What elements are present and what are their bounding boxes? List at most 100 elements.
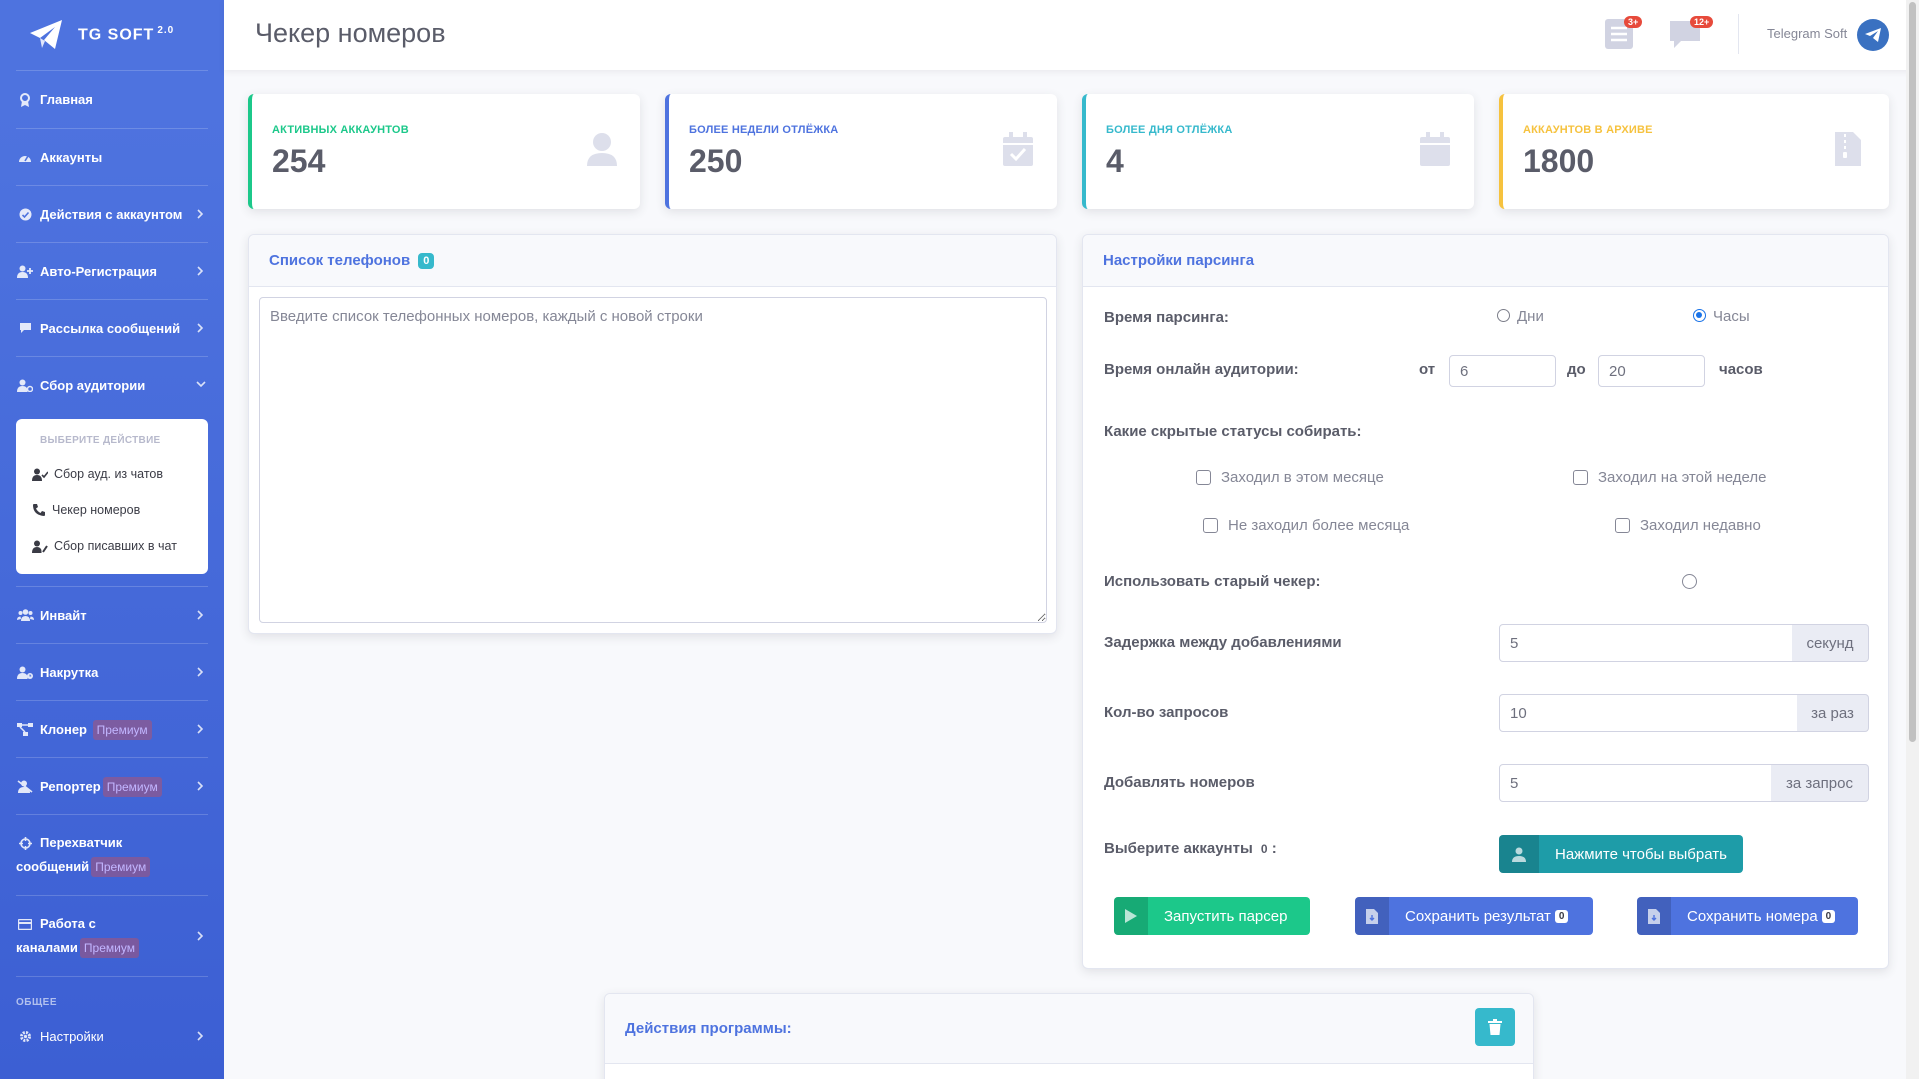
page-title: Чекер номеров xyxy=(255,18,446,48)
brand[interactable]: TG SOFT 2.0 xyxy=(0,0,224,70)
from-label: от xyxy=(1419,361,1436,378)
sidebar-item-label: Накрутка xyxy=(40,664,99,680)
add-numbers-input[interactable]: 5 xyxy=(1499,764,1772,802)
user-edit-icon xyxy=(32,540,48,553)
sidebar-item-channels[interactable]: Работа с каналами Премиум xyxy=(0,896,224,976)
sidebar-item-actions[interactable]: Действия с аккаунтом xyxy=(0,186,224,242)
status-checkbox-recently[interactable] xyxy=(1615,518,1630,533)
status-label-week[interactable]: Заходил на этой неделе xyxy=(1598,469,1767,486)
user-cog-icon xyxy=(16,376,34,394)
radio-hours[interactable] xyxy=(1693,309,1706,322)
brand-name: TG SOFT xyxy=(78,26,155,44)
start-parser-button[interactable]: Запустить парсер xyxy=(1114,897,1310,935)
chevron-right-icon xyxy=(196,1031,206,1041)
premium-badge: Премиум xyxy=(91,857,151,877)
sidebar-item-autoreg[interactable]: Авто-Регистрация xyxy=(0,243,224,299)
sidebar-item-label: сообщений xyxy=(16,859,90,874)
alerts-badge: 3+ xyxy=(1624,16,1643,28)
stat-label: АККАУНТОВ В АРХИВЕ xyxy=(1523,124,1653,136)
page-scrollbar[interactable] xyxy=(1906,0,1919,1079)
program-actions-header: Действия программы: xyxy=(605,994,1533,1064)
accounts-count: 0 xyxy=(1260,842,1268,856)
messages-badge: 12+ xyxy=(1690,16,1714,28)
chevron-right-icon xyxy=(196,781,206,791)
status-label-month[interactable]: Заходил в этом месяце xyxy=(1221,469,1384,486)
from-input[interactable]: 6 xyxy=(1449,355,1556,387)
hidden-statuses-label: Какие скрытые статусы собирать: xyxy=(1104,423,1362,440)
sidebar-item-label: Рассылка сообщений xyxy=(40,320,181,336)
settings-card: Настройки парсинга Время парсинга: Дни Ч… xyxy=(1082,234,1889,969)
requests-unit: за раз xyxy=(1797,694,1869,732)
user-slash-icon xyxy=(16,777,34,795)
user-icon xyxy=(586,132,618,168)
play-icon xyxy=(1114,897,1148,935)
requests-input[interactable]: 10 xyxy=(1499,694,1798,732)
sidebar-item-settings[interactable]: Настройки xyxy=(0,1018,224,1054)
save-result-button[interactable]: Сохранить результат 0 xyxy=(1355,897,1593,935)
status-checkbox-week[interactable] xyxy=(1573,470,1588,485)
save-numbers-label: Сохранить номера xyxy=(1687,907,1818,925)
select-accounts-label: Выберите аккаунты 0 : xyxy=(1104,840,1277,857)
sidebar-item-label: Главная xyxy=(40,92,93,107)
chevron-right-icon xyxy=(196,931,206,941)
sidebar-item-mailing[interactable]: Рассылка сообщений xyxy=(0,300,224,356)
radio-days-label[interactable]: Дни xyxy=(1517,308,1544,325)
user-name[interactable]: Telegram Soft xyxy=(1767,26,1847,41)
clear-log-button[interactable] xyxy=(1475,1008,1515,1046)
submenu-item-writers[interactable]: Сбор писавших в чат xyxy=(16,528,208,564)
stat-label: БОЛЕЕ ДНЯ ОТЛЁЖКА xyxy=(1106,124,1233,136)
sidebar-item-accounts[interactable]: Аккаунты xyxy=(0,129,224,185)
sidebar-item-interceptor[interactable]: Перехватчик сообщений Премиум xyxy=(0,815,224,895)
sidebar-item-cloner[interactable]: Клонер Премиум xyxy=(0,701,224,757)
sidebar-item-reporter[interactable]: Репортер Премиум xyxy=(0,758,224,814)
phones-textarea[interactable] xyxy=(259,297,1047,623)
delay-unit: секунд xyxy=(1792,624,1869,662)
submenu-item-checker[interactable]: Чекер номеров xyxy=(16,492,208,528)
sidebar-item-label: Настройки xyxy=(40,1028,104,1044)
old-checker-checkbox[interactable] xyxy=(1682,574,1697,589)
radio-hours-label[interactable]: Часы xyxy=(1713,308,1750,325)
select-accounts-button[interactable]: Нажмите чтобы выбрать xyxy=(1499,835,1743,873)
radio-days[interactable] xyxy=(1497,309,1510,322)
to-input[interactable]: 20 xyxy=(1598,355,1705,387)
stat-value: 250 xyxy=(689,143,743,179)
messages-button[interactable]: 12+ xyxy=(1668,16,1714,52)
submenu-item-chats[interactable]: Сбор ауд. из чатов xyxy=(16,456,208,492)
stat-value: 254 xyxy=(272,143,326,179)
save-result-label: Сохранить результат xyxy=(1405,907,1551,925)
chevron-right-icon xyxy=(196,323,206,333)
delay-input[interactable]: 5 xyxy=(1499,624,1793,662)
chevron-right-icon xyxy=(196,667,206,677)
chevron-right-icon xyxy=(196,724,206,734)
old-checker-label: Использовать старый чекер: xyxy=(1104,573,1321,590)
file-download-icon xyxy=(1355,897,1389,935)
file-download-icon xyxy=(1637,897,1671,935)
user-check-icon xyxy=(32,468,48,481)
check-circle-icon xyxy=(16,205,34,223)
status-label-recently[interactable]: Заходил недавно xyxy=(1640,517,1761,534)
dashboard-icon xyxy=(16,148,34,166)
sidebar-item-label: Авто-Регистрация xyxy=(40,263,157,279)
submenu-item-label: Сбор ауд. из чатов xyxy=(54,467,164,481)
status-checkbox-long-ago[interactable] xyxy=(1203,518,1218,533)
add-numbers-unit: за запрос xyxy=(1771,764,1869,802)
sidebar-item-home[interactable]: Главная xyxy=(0,71,224,128)
avatar[interactable] xyxy=(1857,19,1889,51)
submenu-item-label: Сбор писавших в чат xyxy=(54,539,177,553)
alerts-button[interactable]: 3+ xyxy=(1604,16,1643,52)
status-checkbox-month[interactable] xyxy=(1196,470,1211,485)
sidebar-item-audience[interactable]: Сбор аудитории xyxy=(0,357,224,413)
sidebar-item-label: Аккаунты xyxy=(40,149,103,165)
scrollbar-thumb[interactable] xyxy=(1909,2,1916,742)
chevron-right-icon xyxy=(196,610,206,620)
status-label-long-ago[interactable]: Не заходил более месяца xyxy=(1228,517,1409,534)
requests-label: Кол-во запросов xyxy=(1104,704,1229,721)
sidebar-item-invite[interactable]: Инвайт xyxy=(0,587,224,643)
paper-plane-icon xyxy=(28,19,64,51)
trash-icon xyxy=(1488,1019,1502,1035)
save-numbers-button[interactable]: Сохранить номера 0 xyxy=(1637,897,1858,935)
parse-time-label: Время парсинга: xyxy=(1104,309,1229,326)
sidebar-item-label: Репортер xyxy=(40,778,101,794)
stat-value: 1800 xyxy=(1523,143,1595,179)
sidebar-item-boost[interactable]: Накрутка xyxy=(0,644,224,700)
